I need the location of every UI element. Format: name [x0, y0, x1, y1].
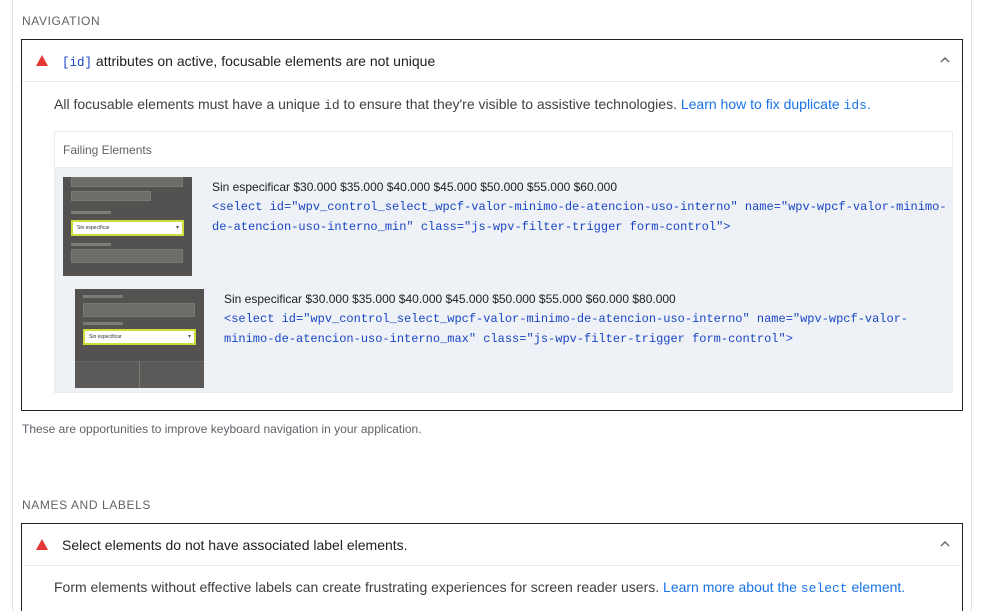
- panel-border-right: [971, 0, 972, 611]
- thumb-button: [71, 191, 151, 201]
- audit-title[interactable]: Select elements do not have associated l…: [62, 537, 408, 553]
- chevron-up-icon[interactable]: [938, 53, 952, 67]
- link-suffix: element.: [847, 579, 906, 595]
- audit-title[interactable]: [id] attributes on active, focusable ele…: [62, 53, 435, 70]
- link-code: select: [800, 581, 848, 596]
- thumb-highlighted-select: Sin especificar: [71, 220, 184, 236]
- chevron-up-icon[interactable]: [938, 537, 952, 551]
- thumb-label: [71, 243, 111, 246]
- audit-header[interactable]: Select elements do not have associated l…: [22, 524, 962, 566]
- panel-border-left: [12, 0, 13, 611]
- node-label: Sin especificar $30.000 $35.000 $40.000 …: [224, 292, 676, 306]
- thumb-divider: [139, 361, 140, 388]
- table-header: Failing Elements: [55, 132, 952, 168]
- element-screenshot[interactable]: Sin especificar: [75, 289, 204, 388]
- group-title-names-labels: NAMES AND LABELS: [22, 498, 151, 512]
- learn-more-link[interactable]: Learn how to fix duplicate ids.: [680, 96, 871, 113]
- table-row: Sin especificar Sin especificar $30.000 …: [55, 280, 952, 392]
- row-details: Sin especificar $30.000 $35.000 $40.000 …: [224, 291, 924, 349]
- audit-title-code: [id]: [62, 56, 93, 70]
- audit-header[interactable]: [id] attributes on active, focusable ele…: [22, 40, 962, 82]
- thumb-label: [83, 322, 123, 325]
- group-title-navigation: NAVIGATION: [22, 14, 101, 28]
- thumb-label: [83, 295, 123, 298]
- thumb-select: [83, 303, 195, 317]
- thumb-select: [71, 249, 183, 263]
- warning-triangle-icon: [36, 55, 48, 66]
- failing-elements-table: Failing Elements Sin especificar Sin esp…: [54, 131, 953, 393]
- audit-description: Form elements without effective labels c…: [54, 579, 905, 596]
- description-text: Form elements without effective labels c…: [54, 579, 664, 595]
- row-details: Sin especificar $30.000 $35.000 $40.000 …: [212, 179, 952, 237]
- description-text: All focusable elements must have a uniqu…: [54, 96, 325, 112]
- group-footer-navigation: These are opportunities to improve keybo…: [22, 422, 422, 436]
- thumb-field: [71, 177, 183, 187]
- audit-select-name: Select elements do not have associated l…: [21, 523, 963, 611]
- node-snippet[interactable]: <select id="wpv_control_select_wpcf-valo…: [212, 197, 952, 237]
- table-row: Sin especificar Sin especificar $30.000 …: [55, 168, 952, 280]
- link-suffix: .: [866, 96, 871, 112]
- audit-description: All focusable elements must have a uniqu…: [54, 96, 871, 113]
- learn-more-link[interactable]: Learn more about the select element.: [663, 579, 906, 596]
- link-code: ids: [843, 98, 867, 113]
- thumb-highlighted-select: Sin especificar: [83, 329, 196, 345]
- element-screenshot[interactable]: Sin especificar: [63, 177, 192, 276]
- warning-triangle-icon: [36, 539, 48, 550]
- audit-duplicate-id-active: [id] attributes on active, focusable ele…: [21, 39, 963, 411]
- description-code: id: [324, 98, 340, 113]
- node-label: Sin especificar $30.000 $35.000 $40.000 …: [212, 180, 618, 194]
- link-text: Learn how to fix duplicate: [680, 96, 844, 112]
- thumb-label: [71, 211, 111, 214]
- description-text-2: to ensure that they're visible to assist…: [339, 96, 681, 112]
- link-text: Learn more about the: [663, 579, 801, 595]
- node-snippet[interactable]: <select id="wpv_control_select_wpcf-valo…: [224, 309, 924, 349]
- audit-title-text: attributes on active, focusable elements…: [92, 53, 436, 69]
- lighthouse-report: NAVIGATION [id] attributes on active, fo…: [0, 0, 981, 611]
